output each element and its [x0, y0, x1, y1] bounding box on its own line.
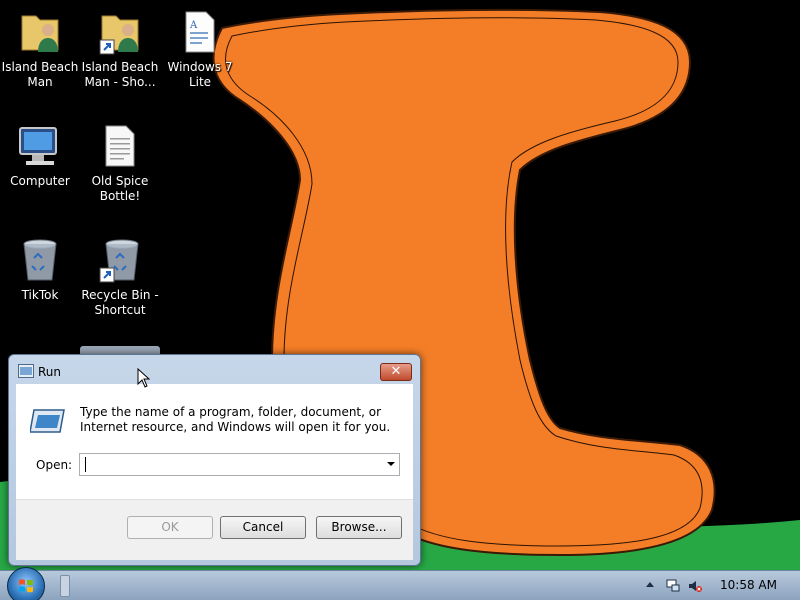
recycle-bin-icon	[16, 236, 64, 284]
desktop-icon-old-spice-bottle[interactable]: Old Spice Bottle!	[80, 122, 160, 204]
text-caret	[85, 457, 86, 472]
run-titlebar[interactable]: Run ✕	[9, 355, 420, 385]
chevron-down-icon[interactable]	[387, 462, 395, 466]
browse-button[interactable]: Browse...	[316, 516, 402, 539]
desktop-icon-island-beach-man-shortcut[interactable]: Island Beach Man - Sho...	[80, 8, 160, 90]
run-description: Type the name of a program, folder, docu…	[80, 405, 391, 434]
network-icon[interactable]	[666, 579, 680, 593]
svg-text:A: A	[189, 20, 198, 31]
desktop-icon-computer[interactable]: Computer	[0, 122, 80, 189]
open-label: Open:	[36, 458, 73, 472]
system-tray: 10:58 AM	[640, 571, 800, 600]
desktop-icon-recycle-bin-shortcut[interactable]: Recycle Bin - Shortcut	[80, 236, 160, 318]
mouse-cursor-icon	[137, 368, 151, 388]
user-folder-icon	[16, 8, 64, 56]
document-icon: A	[176, 8, 224, 56]
windows-logo-icon	[19, 579, 33, 593]
text-file-icon	[96, 122, 144, 170]
window-title: Run	[38, 365, 62, 379]
desktop-icon-label: Island Beach Man	[1, 60, 79, 89]
user-folder-shortcut-icon	[96, 8, 144, 56]
close-button[interactable]: ✕	[380, 363, 412, 381]
show-hidden-icons-icon[interactable]	[646, 582, 654, 587]
start-button[interactable]	[7, 567, 45, 600]
volume-muted-icon[interactable]	[688, 579, 702, 593]
run-icon	[18, 364, 34, 378]
open-input[interactable]	[84, 456, 374, 473]
desktop-icon-label: Island Beach Man - Sho...	[81, 60, 159, 89]
clock[interactable]: 10:58 AM	[720, 578, 777, 592]
open-combobox[interactable]	[79, 453, 400, 476]
ok-button[interactable]: OK	[127, 516, 213, 539]
desktop-icon-label: Recycle Bin - Shortcut	[81, 288, 159, 317]
desktop-icon-label: Windows 7 Lite	[167, 60, 233, 89]
desktop-icon-label: TikTok	[21, 288, 59, 302]
recycle-bin-shortcut-icon	[96, 236, 144, 284]
taskbar-handle[interactable]	[60, 575, 70, 597]
button-bar: OK Cancel Browse...	[16, 499, 413, 560]
cancel-button[interactable]: Cancel	[220, 516, 306, 539]
run-program-icon	[30, 409, 65, 433]
desktop-icon-island-beach-man[interactable]: Island Beach Man	[0, 8, 80, 90]
run-dialog: Run ✕ Type the name of a program, folder…	[8, 354, 421, 566]
desktop-icon-windows-7-lite[interactable]: A Windows 7 Lite	[160, 8, 240, 90]
desktop-icon-label: Old Spice Bottle!	[91, 174, 149, 203]
taskbar: 10:58 AM	[0, 567, 800, 600]
computer-icon	[16, 122, 64, 170]
desktop-icon-tiktok[interactable]: TikTok	[0, 236, 80, 303]
run-body: Type the name of a program, folder, docu…	[16, 384, 413, 560]
desktop-icon-label: Computer	[10, 174, 70, 188]
